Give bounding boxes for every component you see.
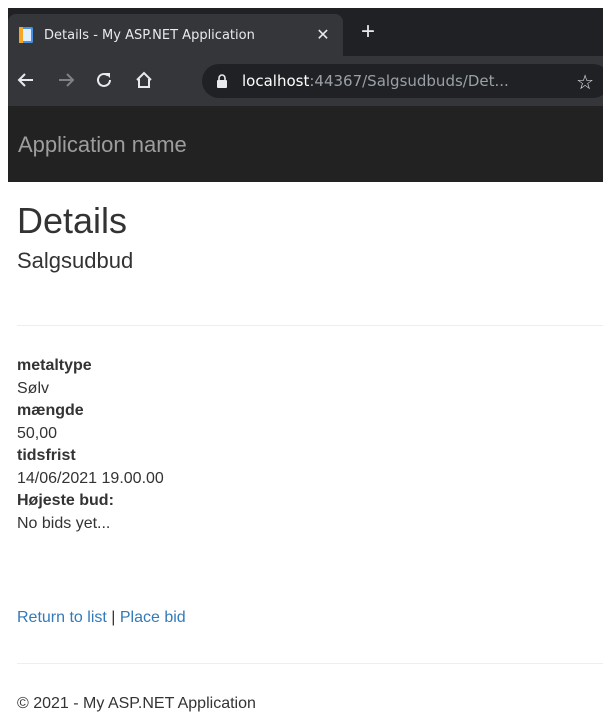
- back-button[interactable]: [14, 68, 38, 92]
- address-bar[interactable]: localhost:44367/Salgsudbuds/Det... ☆: [202, 64, 603, 98]
- reload-icon: [97, 72, 111, 87]
- divider: [17, 325, 603, 326]
- link-separator: |: [106, 609, 120, 626]
- app-navbar: Application name: [8, 106, 603, 182]
- place-bid-link[interactable]: Place bid: [120, 609, 186, 626]
- url-text: localhost:44367/Salgsudbuds/Det...: [242, 72, 542, 90]
- page-title: Details: [17, 200, 128, 241]
- arrow-left-icon: [17, 73, 33, 87]
- field-label-hoejeste-bud: Højeste bud:: [17, 492, 114, 509]
- action-links: Return to list | Place bid: [17, 609, 186, 627]
- field-value-maengde: 50,00: [17, 424, 58, 442]
- field-value-hoejeste-bud: No bids yet...: [17, 514, 111, 532]
- tab-strip: Details - My ASP.NET Application ✕ +: [8, 8, 603, 56]
- home-icon: [136, 71, 152, 88]
- new-tab-button[interactable]: +: [361, 20, 375, 44]
- close-tab-icon[interactable]: ✕: [311, 25, 335, 45]
- document-icon: [19, 27, 33, 43]
- field-value-metaltype: Sølv: [17, 379, 49, 397]
- reload-button[interactable]: [92, 68, 116, 92]
- footer-text: © 2021 - My ASP.NET Application: [17, 695, 256, 712]
- star-outline-icon[interactable]: ☆: [576, 70, 594, 95]
- browser-toolbar: localhost:44367/Salgsudbuds/Det... ☆: [8, 56, 603, 106]
- home-button[interactable]: [132, 68, 156, 92]
- field-value-tidsfrist: 14/06/2021 19.00.00: [17, 469, 164, 487]
- field-label-maengde: mængde: [17, 402, 84, 419]
- url-path: :44367/Salgsudbuds/Det...: [309, 72, 509, 90]
- page-subtitle: Salgsudbud: [17, 248, 134, 273]
- footer-divider: [17, 663, 603, 664]
- field-label-tidsfrist: tidsfrist: [17, 447, 76, 464]
- browser-tab[interactable]: Details - My ASP.NET Application ✕: [8, 14, 343, 56]
- lock-icon: [217, 74, 227, 88]
- return-to-list-link[interactable]: Return to list: [17, 609, 107, 626]
- arrow-right-icon: [59, 73, 75, 87]
- details-list: metaltype Sølv mængde 50,00 tidsfrist 14…: [17, 355, 164, 535]
- page-header: Details Salgsudbud: [17, 200, 603, 274]
- brand-link[interactable]: Application name: [18, 132, 187, 158]
- browser-window: Details - My ASP.NET Application ✕ + loc…: [8, 8, 603, 182]
- field-label-metaltype: metaltype: [17, 357, 92, 374]
- tab-title: Details - My ASP.NET Application: [44, 27, 255, 43]
- url-host: localhost: [242, 72, 310, 90]
- forward-button[interactable]: [54, 68, 78, 92]
